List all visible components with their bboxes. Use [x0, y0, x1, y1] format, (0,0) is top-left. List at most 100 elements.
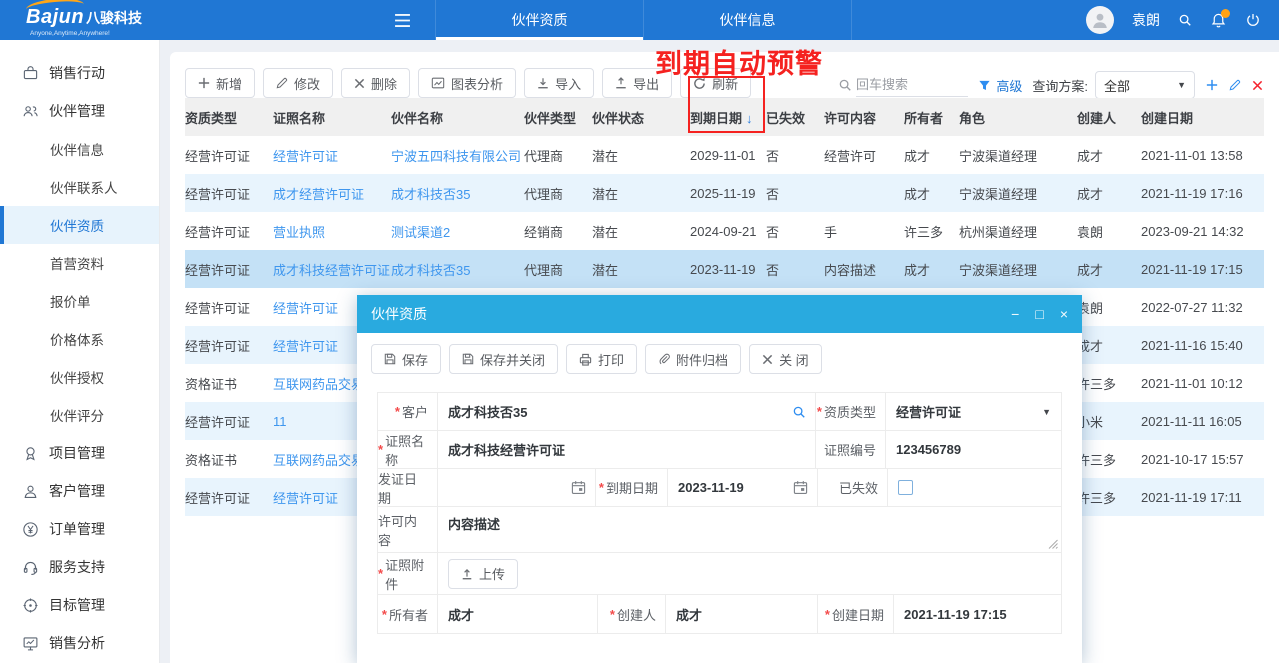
column-header[interactable]: 伙伴名称	[391, 98, 524, 136]
column-header[interactable]: 已失效	[766, 98, 824, 136]
sidebar-item-0[interactable]: 销售行动	[0, 54, 159, 92]
sidebar-item-1[interactable]: 伙伴管理	[0, 92, 159, 130]
calendar-icon[interactable]	[793, 480, 808, 495]
sidebar-item-3[interactable]: 伙伴联系人	[0, 168, 159, 206]
resize-handle-icon[interactable]	[1048, 539, 1058, 549]
notifications-bell[interactable]	[1210, 12, 1227, 29]
menu-toggle-icon[interactable]	[394, 14, 411, 27]
maximize-icon[interactable]: □	[1035, 307, 1043, 321]
minimize-icon[interactable]: −	[1011, 307, 1019, 321]
table-cell: 潜在	[592, 174, 690, 212]
table-cell: 宁波渠道经理	[959, 136, 1077, 174]
table-cell: 经营许可证	[185, 402, 273, 440]
table-row[interactable]: 经营许可证成才经营许可证成才科技否35代理商潜在2025-11-19否成才宁波渠…	[185, 174, 1264, 212]
sidebar-item-13[interactable]: 服务支持	[0, 548, 159, 586]
column-header[interactable]: 许可内容	[824, 98, 904, 136]
qual-type-value: 经营许可证	[896, 402, 961, 421]
record-link[interactable]: 营业执照	[273, 212, 391, 250]
sidebar-item-label: 伙伴管理	[49, 101, 105, 121]
expire-date-field[interactable]: 2023-11-19	[668, 469, 818, 506]
tab-partner-qualification[interactable]: 伙伴资质	[436, 0, 644, 40]
sidebar-item-4[interactable]: 伙伴资质	[0, 206, 159, 244]
qualification-type-select[interactable]: 经营许可证 ▼	[886, 393, 1061, 430]
table-row[interactable]: 经营许可证成才科技经营许可证成才科技否35代理商潜在2023-11-19否内容描…	[185, 250, 1264, 288]
delete-query-plan-icon[interactable]	[1252, 80, 1263, 91]
invalid-checkbox[interactable]	[898, 480, 913, 495]
user-name[interactable]: 袁朗	[1132, 10, 1160, 30]
avatar[interactable]	[1086, 6, 1114, 34]
sidebar-item-6[interactable]: 报价单	[0, 282, 159, 320]
sidebar-item-14[interactable]: 目标管理	[0, 586, 159, 624]
calendar-icon[interactable]	[571, 480, 586, 495]
column-header[interactable]: 创建人	[1077, 98, 1141, 136]
license-content-textarea[interactable]: 内容描述	[438, 507, 1061, 552]
record-link[interactable]: 经营许可证	[273, 136, 391, 174]
upload-button[interactable]: 上传	[448, 559, 518, 589]
logout-power-icon[interactable]	[1245, 12, 1261, 28]
sidebar-item-2[interactable]: 伙伴信息	[0, 130, 159, 168]
search-input[interactable]	[856, 73, 968, 97]
modal-button-1[interactable]: 保存并关闭	[449, 344, 558, 374]
global-search-icon[interactable]	[1178, 13, 1192, 27]
column-header[interactable]: 证照名称	[273, 98, 391, 136]
table-cell: 2021-10-17 15:57	[1141, 440, 1264, 478]
table-cell	[824, 174, 904, 212]
column-header[interactable]: 到期日期↓	[690, 98, 766, 136]
sidebar-item-10[interactable]: 项目管理	[0, 434, 159, 472]
toolbar-button-1[interactable]: 修改	[263, 68, 333, 98]
toolbar-button-4[interactable]: 导入	[524, 68, 594, 98]
print-icon	[579, 353, 592, 366]
modal-button-3[interactable]: 附件归档	[645, 344, 741, 374]
sidebar-item-12[interactable]: 订单管理	[0, 510, 159, 548]
table-cell: 2023-11-19	[690, 250, 766, 288]
table-row[interactable]: 经营许可证营业执照测试渠道2经销商潜在2024-09-21否手许三多杭州渠道经理…	[185, 212, 1264, 250]
customer-value: 成才科技否35	[448, 402, 527, 421]
customer-lookup-icon[interactable]	[792, 405, 806, 419]
record-link[interactable]: 测试渠道2	[391, 212, 524, 250]
cert-no-field[interactable]: 123456789	[886, 431, 1061, 468]
record-link[interactable]: 宁波五四科技有限公司	[391, 136, 524, 174]
field-label-creator: *创建人	[598, 595, 666, 633]
table-cell: 潜在	[592, 136, 690, 174]
column-header[interactable]: 创建日期	[1141, 98, 1264, 136]
modal-titlebar[interactable]: 伙伴资质 − □ ×	[357, 295, 1082, 333]
modal-button-4[interactable]: 关 闭	[749, 344, 822, 374]
cert-name-field[interactable]: 成才科技经营许可证	[438, 431, 816, 468]
column-header[interactable]: 所有者	[904, 98, 959, 136]
filter-funnel-icon[interactable]	[978, 79, 991, 92]
column-header[interactable]: 角色	[959, 98, 1077, 136]
issue-date-field[interactable]	[438, 469, 596, 506]
query-plan-select[interactable]: 全部 ▼	[1095, 71, 1195, 99]
record-link[interactable]: 成才科技否35	[391, 174, 524, 212]
edit-query-plan-icon[interactable]	[1229, 79, 1241, 91]
sidebar-item-8[interactable]: 伙伴授权	[0, 358, 159, 396]
toolbar-button-2[interactable]: 删除	[341, 68, 410, 98]
tab-partner-info[interactable]: 伙伴信息	[644, 0, 852, 40]
sidebar-item-11[interactable]: 客户管理	[0, 472, 159, 510]
column-header[interactable]: 伙伴状态	[592, 98, 690, 136]
record-link[interactable]: 成才经营许可证	[273, 174, 391, 212]
record-link[interactable]: 成才科技否35	[391, 250, 524, 288]
modal-button-0[interactable]: 保存	[371, 344, 441, 374]
customer-field[interactable]: 成才科技否35	[438, 393, 816, 430]
sidebar-item-7[interactable]: 价格体系	[0, 320, 159, 358]
record-link[interactable]: 成才科技经营许可证	[273, 250, 391, 288]
close-icon[interactable]: ×	[1060, 307, 1068, 321]
owner-field[interactable]: 成才	[438, 595, 598, 633]
app-logo[interactable]: Bajun 八骏科技 Anyone,Anytime,Anywhere!	[26, 3, 176, 37]
modal-button-2[interactable]: 打印	[566, 344, 637, 374]
table-row[interactable]: 经营许可证经营许可证宁波五四科技有限公司代理商潜在2029-11-01否经营许可…	[185, 136, 1264, 174]
column-header[interactable]: 伙伴类型	[524, 98, 592, 136]
sidebar-item-5[interactable]: 首营资料	[0, 244, 159, 282]
toolbar-button-3[interactable]: 图表分析	[418, 68, 516, 98]
add-query-plan-icon[interactable]	[1206, 79, 1218, 91]
advanced-search-link[interactable]: 高级	[996, 76, 1022, 95]
sort-desc-icon: ↓	[746, 111, 753, 126]
sidebar-item-9[interactable]: 伙伴评分	[0, 396, 159, 434]
required-asterisk: *	[825, 607, 830, 622]
toolbar-button-0[interactable]: 新增	[185, 68, 255, 98]
creator-field[interactable]: 成才	[666, 595, 818, 633]
table-cell: 经营许可证	[185, 478, 273, 516]
column-header[interactable]: 资质类型	[185, 98, 273, 136]
sidebar-item-15[interactable]: 销售分析	[0, 624, 159, 662]
